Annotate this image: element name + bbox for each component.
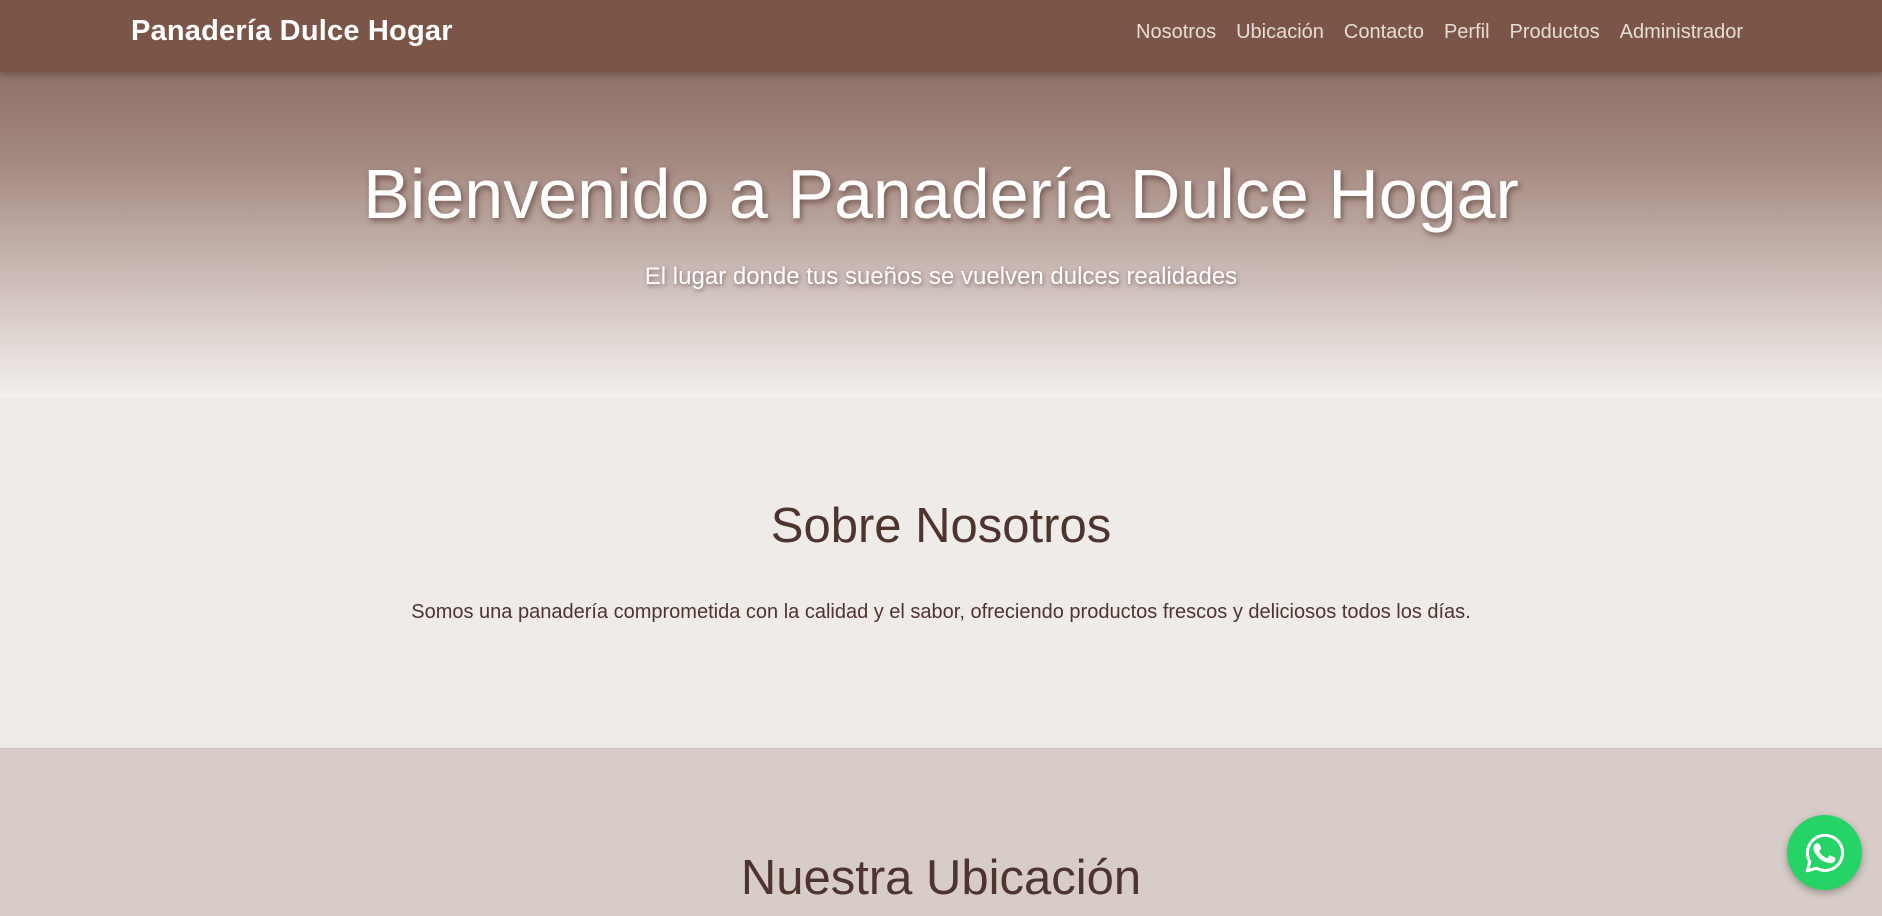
nav-link-nosotros[interactable]: Nosotros xyxy=(1136,19,1216,45)
hero-title: Bienvenido a Panadería Dulce Hogar xyxy=(363,155,1519,233)
nav-link-productos[interactable]: Productos xyxy=(1510,19,1600,45)
about-text: Somos una panadería comprometida con la … xyxy=(411,601,1471,623)
whatsapp-button[interactable] xyxy=(1787,815,1862,890)
hero-subtitle: El lugar donde tus sueños se vuelven dul… xyxy=(644,263,1238,290)
about-title: Sobre Nosotros xyxy=(770,499,1112,553)
nav-link-perfil[interactable]: Perfil xyxy=(1444,19,1490,45)
nav-links: Nosotros Ubicación Contacto Perfil Produ… xyxy=(1136,19,1743,45)
whatsapp-icon xyxy=(1805,833,1844,872)
location-section: Nuestra Ubicación xyxy=(0,748,1882,916)
brand-logo-link[interactable]: Panadería Dulce Hogar xyxy=(131,15,453,48)
about-section: Sobre Nosotros Somos una panadería compr… xyxy=(0,398,1882,748)
navbar: Panadería Dulce Hogar Nosotros Ubicación… xyxy=(0,0,1882,72)
nav-link-contacto[interactable]: Contacto xyxy=(1344,19,1424,45)
location-title: Nuestra Ubicación xyxy=(740,851,1142,905)
hero-section: Bienvenido a Panadería Dulce Hogar El lu… xyxy=(0,72,1882,398)
nav-link-ubicacion[interactable]: Ubicación xyxy=(1236,19,1324,45)
nav-link-administrador[interactable]: Administrador xyxy=(1620,19,1743,45)
